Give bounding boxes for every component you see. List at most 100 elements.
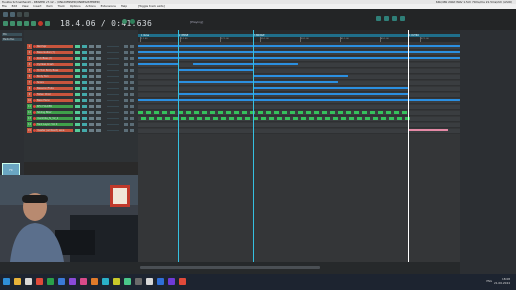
mute-button[interactable]: [75, 56, 80, 61]
region-marker[interactable]: 1 Verse: [140, 34, 149, 37]
media-item[interactable]: [141, 117, 146, 121]
media-item[interactable]: [381, 117, 386, 121]
env-button[interactable]: [96, 80, 101, 85]
region-marker[interactable]: 4 OUTRO: [408, 34, 419, 37]
track-row[interactable]: 13 marimba_fx_V2_2: [27, 116, 137, 121]
track-name[interactable]: master (ambient) seve: [36, 128, 73, 133]
fx-button[interactable]: [124, 44, 128, 49]
track-lane[interactable]: [138, 117, 460, 122]
media-item[interactable]: [325, 117, 330, 121]
horizontal-scrollbar[interactable]: [0, 262, 460, 274]
solo-button[interactable]: [82, 56, 87, 61]
fx-button[interactable]: [124, 92, 128, 97]
app-icon[interactable]: [80, 278, 87, 285]
browser-icon[interactable]: [36, 278, 43, 285]
toolbar-toggle-button[interactable]: [384, 16, 389, 21]
volume-slider[interactable]: [107, 93, 119, 96]
mute-button[interactable]: [75, 98, 80, 103]
route-button[interactable]: [89, 86, 94, 91]
app-icon[interactable]: [58, 278, 65, 285]
phase-button[interactable]: [130, 50, 134, 55]
media-item[interactable]: [253, 117, 258, 121]
phase-button[interactable]: [130, 74, 134, 79]
media-item[interactable]: [165, 117, 170, 121]
media-item[interactable]: [354, 111, 359, 115]
media-item[interactable]: [189, 117, 194, 121]
mute-button[interactable]: [75, 116, 80, 121]
fx-button[interactable]: [124, 122, 128, 127]
solo-button[interactable]: [82, 86, 87, 91]
track-name[interactable]: Cymbal Crash: [36, 62, 73, 67]
volume-slider[interactable]: [107, 69, 119, 72]
reaper-icon[interactable]: [179, 278, 186, 285]
media-item[interactable]: [402, 111, 407, 115]
media-item[interactable]: [373, 117, 378, 121]
solo-button[interactable]: [82, 44, 87, 49]
menu-actions[interactable]: Actions: [86, 4, 96, 8]
toolbar-button[interactable]: [24, 12, 29, 17]
track-row[interactable]: 11 BFX FOLDER: [27, 104, 137, 109]
route-button[interactable]: [89, 116, 94, 121]
media-item[interactable]: [306, 111, 311, 115]
media-item[interactable]: [138, 111, 143, 115]
toolbar-button[interactable]: [3, 12, 8, 17]
media-item[interactable]: [330, 111, 335, 115]
track-row[interactable]: 1 Red Spr: [27, 44, 137, 49]
media-item[interactable]: [149, 117, 154, 121]
track-row[interactable]: 15 master (ambient) seve: [27, 128, 137, 133]
mute-button[interactable]: [75, 86, 80, 91]
media-item[interactable]: [269, 117, 274, 121]
media-item[interactable]: [261, 117, 266, 121]
env-button[interactable]: [96, 74, 101, 79]
fx-button[interactable]: [124, 68, 128, 73]
media-item[interactable]: [362, 111, 367, 115]
fx-button[interactable]: [124, 116, 128, 121]
track-row[interactable]: 2 Bass Guitar (?): [27, 50, 137, 55]
mute-button[interactable]: [75, 122, 80, 127]
app-icon[interactable]: [168, 278, 175, 285]
media-item[interactable]: [234, 111, 239, 115]
media-item[interactable]: [205, 117, 210, 121]
track-row[interactable]: 3 Kick/Bass (?): [27, 56, 137, 61]
solo-button[interactable]: [82, 128, 87, 133]
volume-slider[interactable]: [107, 105, 119, 108]
go-end-icon[interactable]: [10, 21, 15, 26]
stop-icon[interactable]: [31, 21, 36, 26]
media-item[interactable]: [314, 111, 319, 115]
phase-button[interactable]: [130, 80, 134, 85]
fx-button[interactable]: [124, 56, 128, 61]
media-item[interactable]: [285, 117, 290, 121]
media-item[interactable]: [370, 111, 375, 115]
solo-button[interactable]: [82, 104, 87, 109]
media-item[interactable]: [194, 111, 199, 115]
route-button[interactable]: [89, 98, 94, 103]
system-clock[interactable]: 18:08 21.06.2024: [494, 277, 510, 285]
media-item[interactable]: [282, 111, 287, 115]
app-icon[interactable]: [47, 278, 54, 285]
volume-slider[interactable]: [107, 117, 119, 120]
media-item[interactable]: [202, 111, 207, 115]
mute-button[interactable]: [75, 44, 80, 49]
media-item[interactable]: [178, 111, 183, 115]
track-lane[interactable]: [138, 105, 460, 110]
toolbar-toggle-button[interactable]: [392, 16, 397, 21]
toolbar-toggle-button[interactable]: [376, 16, 381, 21]
mute-button[interactable]: [75, 80, 80, 85]
app-icon[interactable]: [146, 278, 153, 285]
track-row[interactable]: 12 Sibling BIG2: [27, 110, 137, 115]
media-item[interactable]: [341, 117, 346, 121]
menu-insert[interactable]: Insert: [33, 4, 41, 8]
phase-button[interactable]: [130, 62, 134, 67]
env-button[interactable]: [96, 86, 101, 91]
media-item[interactable]: [322, 111, 327, 115]
fx-button[interactable]: [124, 86, 128, 91]
media-item[interactable]: [181, 117, 186, 121]
media-item[interactable]: [229, 117, 234, 121]
route-button[interactable]: [89, 80, 94, 85]
media-item[interactable]: [186, 111, 191, 115]
track-name[interactable]: BFX FOLDER: [36, 104, 73, 109]
record-icon[interactable]: [38, 21, 43, 26]
phase-button[interactable]: [130, 68, 134, 73]
menu-view[interactable]: View: [22, 4, 29, 8]
route-button[interactable]: [89, 74, 94, 79]
